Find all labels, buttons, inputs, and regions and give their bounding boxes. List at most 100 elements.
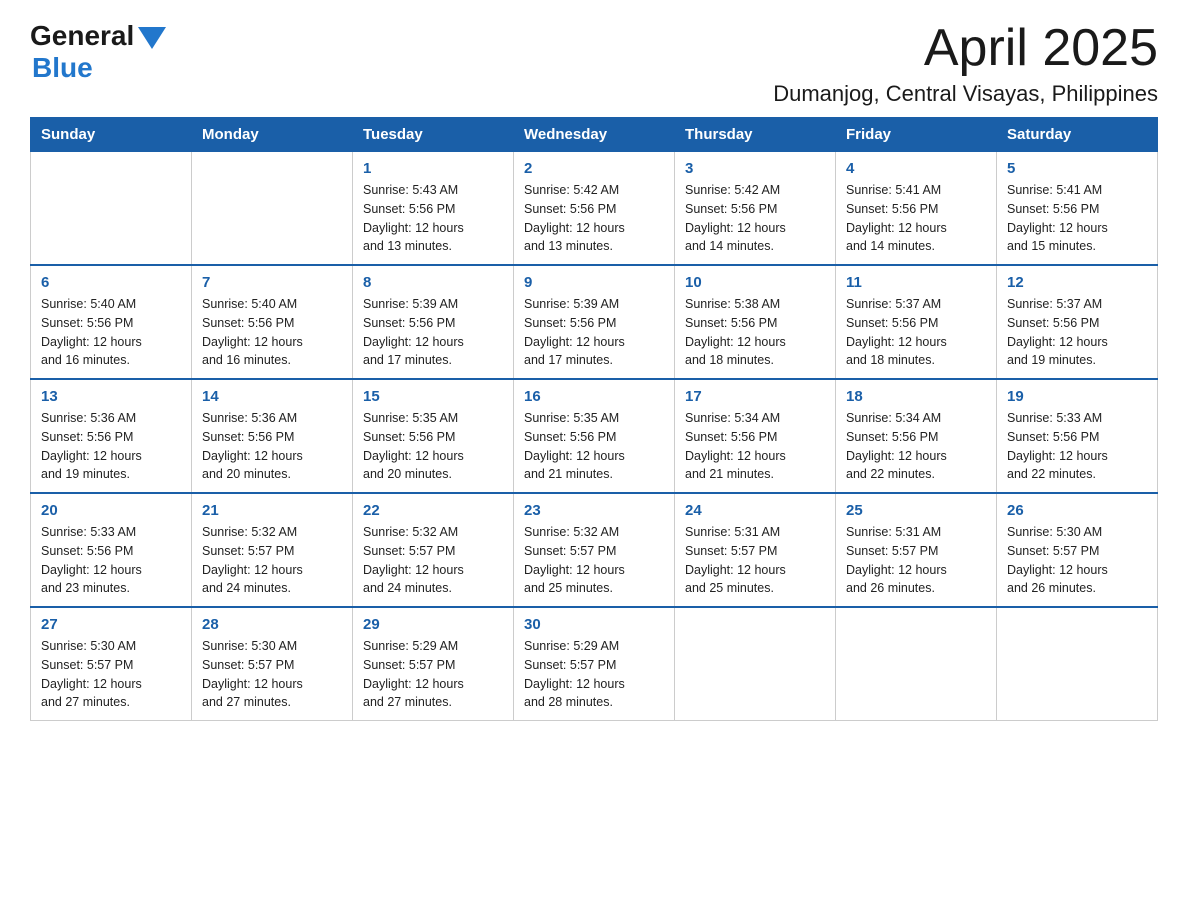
- day-number: 14: [202, 388, 342, 405]
- calendar-cell: [31, 152, 192, 266]
- logo-triangle-icon: [138, 27, 166, 49]
- col-header-monday: Monday: [192, 118, 353, 152]
- day-info: Sunrise: 5:33 AMSunset: 5:56 PMDaylight:…: [41, 523, 181, 598]
- day-number: 13: [41, 388, 181, 405]
- day-info: Sunrise: 5:42 AMSunset: 5:56 PMDaylight:…: [524, 181, 664, 256]
- calendar-cell: 8 Sunrise: 5:39 AMSunset: 5:56 PMDaylight…: [353, 265, 514, 379]
- day-info: Sunrise: 5:38 AMSunset: 5:56 PMDaylight:…: [685, 295, 825, 370]
- day-number: 23: [524, 502, 664, 519]
- day-number: 10: [685, 274, 825, 291]
- day-info: Sunrise: 5:30 AMSunset: 5:57 PMDaylight:…: [41, 637, 181, 712]
- day-number: 27: [41, 616, 181, 633]
- calendar-cell: 9 Sunrise: 5:39 AMSunset: 5:56 PMDaylight…: [514, 265, 675, 379]
- logo: General Blue: [30, 20, 166, 84]
- day-number: 5: [1007, 160, 1147, 177]
- calendar-cell: 2 Sunrise: 5:42 AMSunset: 5:56 PMDaylight…: [514, 152, 675, 266]
- calendar-week-row: 1 Sunrise: 5:43 AMSunset: 5:56 PMDaylight…: [31, 152, 1158, 266]
- day-number: 18: [846, 388, 986, 405]
- calendar-table: SundayMondayTuesdayWednesdayThursdayFrid…: [30, 117, 1158, 721]
- day-number: 22: [363, 502, 503, 519]
- calendar-cell: 10 Sunrise: 5:38 AMSunset: 5:56 PMDayligh…: [675, 265, 836, 379]
- day-number: 2: [524, 160, 664, 177]
- calendar-cell: 1 Sunrise: 5:43 AMSunset: 5:56 PMDaylight…: [353, 152, 514, 266]
- day-number: 19: [1007, 388, 1147, 405]
- calendar-cell: 26 Sunrise: 5:30 AMSunset: 5:57 PMDayligh…: [997, 493, 1158, 607]
- day-number: 8: [363, 274, 503, 291]
- day-info: Sunrise: 5:42 AMSunset: 5:56 PMDaylight:…: [685, 181, 825, 256]
- calendar-cell: 13 Sunrise: 5:36 AMSunset: 5:56 PMDayligh…: [31, 379, 192, 493]
- calendar-cell: 11 Sunrise: 5:37 AMSunset: 5:56 PMDayligh…: [836, 265, 997, 379]
- calendar-week-row: 27 Sunrise: 5:30 AMSunset: 5:57 PMDayligh…: [31, 607, 1158, 721]
- calendar-cell: [997, 607, 1158, 721]
- calendar-cell: 17Sunrise: 5:34 AMSunset: 5:56 PMDayligh…: [675, 379, 836, 493]
- day-number: 7: [202, 274, 342, 291]
- day-number: 16: [524, 388, 664, 405]
- calendar-cell: 4Sunrise: 5:41 AMSunset: 5:56 PMDaylight…: [836, 152, 997, 266]
- day-number: 20: [41, 502, 181, 519]
- col-header-thursday: Thursday: [675, 118, 836, 152]
- calendar-week-row: 6Sunrise: 5:40 AMSunset: 5:56 PMDaylight…: [31, 265, 1158, 379]
- calendar-week-row: 20 Sunrise: 5:33 AMSunset: 5:56 PMDayligh…: [31, 493, 1158, 607]
- day-info: Sunrise: 5:33 AMSunset: 5:56 PMDaylight:…: [1007, 409, 1147, 484]
- day-info: Sunrise: 5:32 AMSunset: 5:57 PMDaylight:…: [524, 523, 664, 598]
- day-info: Sunrise: 5:40 AMSunset: 5:56 PMDaylight:…: [41, 295, 181, 370]
- day-info: Sunrise: 5:29 AMSunset: 5:57 PMDaylight:…: [363, 637, 503, 712]
- calendar-cell: 28 Sunrise: 5:30 AMSunset: 5:57 PMDayligh…: [192, 607, 353, 721]
- day-info: Sunrise: 5:31 AMSunset: 5:57 PMDaylight:…: [846, 523, 986, 598]
- day-info: Sunrise: 5:41 AMSunset: 5:56 PMDaylight:…: [1007, 181, 1147, 256]
- calendar-cell: 3 Sunrise: 5:42 AMSunset: 5:56 PMDaylight…: [675, 152, 836, 266]
- day-info: Sunrise: 5:30 AMSunset: 5:57 PMDaylight:…: [1007, 523, 1147, 598]
- calendar-cell: 19 Sunrise: 5:33 AMSunset: 5:56 PMDayligh…: [997, 379, 1158, 493]
- day-info: Sunrise: 5:40 AMSunset: 5:56 PMDaylight:…: [202, 295, 342, 370]
- day-info: Sunrise: 5:35 AMSunset: 5:56 PMDaylight:…: [363, 409, 503, 484]
- day-number: 28: [202, 616, 342, 633]
- calendar-cell: [836, 607, 997, 721]
- calendar-cell: 14 Sunrise: 5:36 AMSunset: 5:56 PMDayligh…: [192, 379, 353, 493]
- day-number: 15: [363, 388, 503, 405]
- day-number: 12: [1007, 274, 1147, 291]
- day-info: Sunrise: 5:32 AMSunset: 5:57 PMDaylight:…: [363, 523, 503, 598]
- calendar-cell: 29 Sunrise: 5:29 AMSunset: 5:57 PMDayligh…: [353, 607, 514, 721]
- calendar-cell: 24 Sunrise: 5:31 AMSunset: 5:57 PMDayligh…: [675, 493, 836, 607]
- calendar-cell: 25 Sunrise: 5:31 AMSunset: 5:57 PMDayligh…: [836, 493, 997, 607]
- day-info: Sunrise: 5:43 AMSunset: 5:56 PMDaylight:…: [363, 181, 503, 256]
- calendar-cell: 23 Sunrise: 5:32 AMSunset: 5:57 PMDayligh…: [514, 493, 675, 607]
- day-info: Sunrise: 5:30 AMSunset: 5:57 PMDaylight:…: [202, 637, 342, 712]
- calendar-header-row: SundayMondayTuesdayWednesdayThursdayFrid…: [31, 118, 1158, 152]
- day-info: Sunrise: 5:29 AMSunset: 5:57 PMDaylight:…: [524, 637, 664, 712]
- day-number: 24: [685, 502, 825, 519]
- day-info: Sunrise: 5:36 AMSunset: 5:56 PMDaylight:…: [41, 409, 181, 484]
- col-header-tuesday: Tuesday: [353, 118, 514, 152]
- day-info: Sunrise: 5:39 AMSunset: 5:56 PMDaylight:…: [363, 295, 503, 370]
- day-number: 11: [846, 274, 986, 291]
- day-info: Sunrise: 5:36 AMSunset: 5:56 PMDaylight:…: [202, 409, 342, 484]
- col-header-sunday: Sunday: [31, 118, 192, 152]
- day-info: Sunrise: 5:32 AMSunset: 5:57 PMDaylight:…: [202, 523, 342, 598]
- calendar-cell: 12Sunrise: 5:37 AMSunset: 5:56 PMDayligh…: [997, 265, 1158, 379]
- month-title: April 2025: [773, 20, 1158, 77]
- calendar-cell: 16Sunrise: 5:35 AMSunset: 5:56 PMDayligh…: [514, 379, 675, 493]
- day-number: 9: [524, 274, 664, 291]
- day-number: 29: [363, 616, 503, 633]
- calendar-cell: 22 Sunrise: 5:32 AMSunset: 5:57 PMDayligh…: [353, 493, 514, 607]
- calendar-cell: [192, 152, 353, 266]
- page-header: General Blue April 2025 Dumanjog, Centra…: [30, 20, 1158, 107]
- day-number: 21: [202, 502, 342, 519]
- calendar-cell: 27 Sunrise: 5:30 AMSunset: 5:57 PMDayligh…: [31, 607, 192, 721]
- calendar-cell: 15 Sunrise: 5:35 AMSunset: 5:56 PMDayligh…: [353, 379, 514, 493]
- day-info: Sunrise: 5:39 AMSunset: 5:56 PMDaylight:…: [524, 295, 664, 370]
- title-block: April 2025 Dumanjog, Central Visayas, Ph…: [773, 20, 1158, 107]
- col-header-saturday: Saturday: [997, 118, 1158, 152]
- day-info: Sunrise: 5:37 AMSunset: 5:56 PMDaylight:…: [846, 295, 986, 370]
- day-number: 25: [846, 502, 986, 519]
- day-number: 1: [363, 160, 503, 177]
- day-info: Sunrise: 5:31 AMSunset: 5:57 PMDaylight:…: [685, 523, 825, 598]
- day-number: 26: [1007, 502, 1147, 519]
- calendar-cell: 21 Sunrise: 5:32 AMSunset: 5:57 PMDayligh…: [192, 493, 353, 607]
- day-number: 3: [685, 160, 825, 177]
- calendar-week-row: 13 Sunrise: 5:36 AMSunset: 5:56 PMDayligh…: [31, 379, 1158, 493]
- day-number: 4: [846, 160, 986, 177]
- location-title: Dumanjog, Central Visayas, Philippines: [773, 81, 1158, 107]
- calendar-cell: 20 Sunrise: 5:33 AMSunset: 5:56 PMDayligh…: [31, 493, 192, 607]
- logo-general-text: General: [30, 20, 134, 52]
